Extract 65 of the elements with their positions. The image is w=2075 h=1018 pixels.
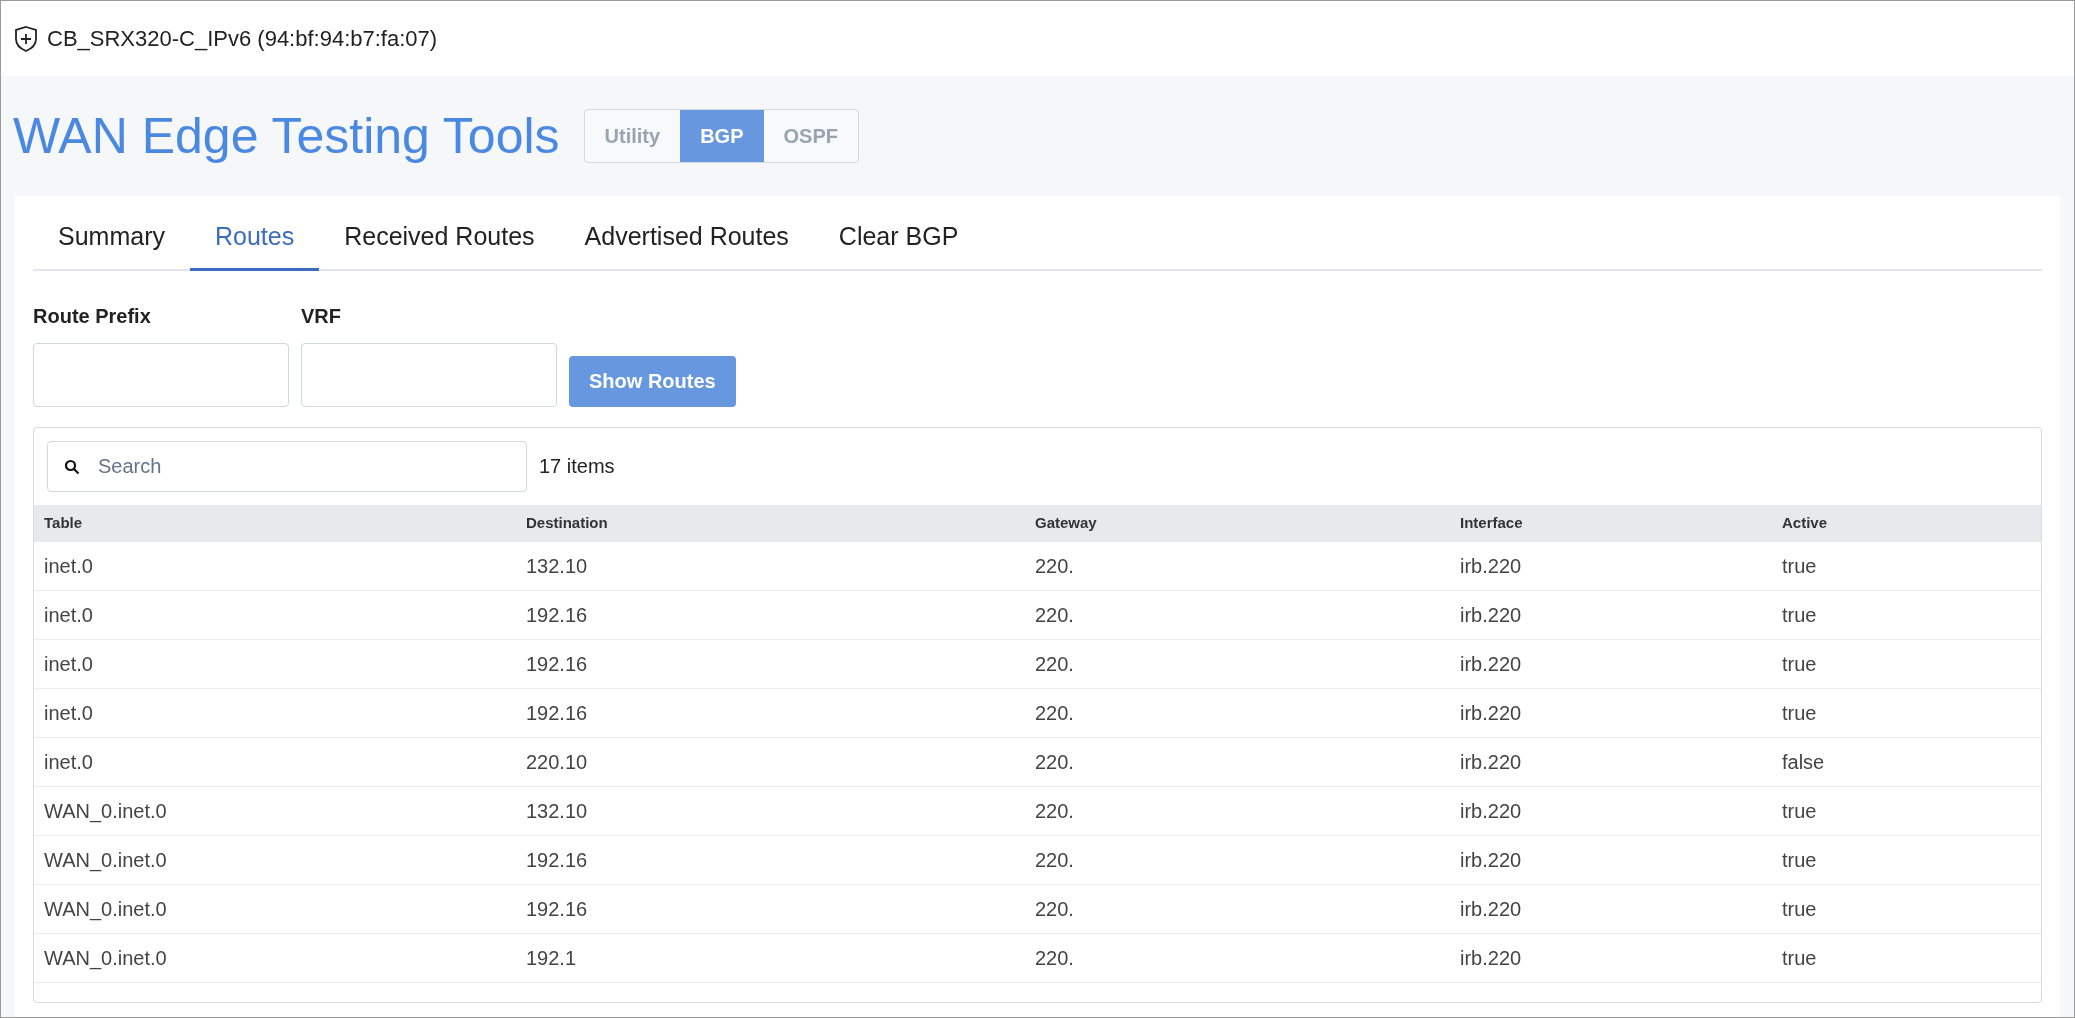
table-cell: irb.220 bbox=[1460, 946, 1522, 969]
table-cell: inet.0 bbox=[44, 750, 93, 773]
table-cell: inet.0 bbox=[44, 701, 93, 724]
table-cell: 192.16 bbox=[526, 652, 588, 675]
table-cell: 132.10 bbox=[526, 554, 588, 577]
table-cell: 192.16 bbox=[526, 897, 588, 920]
table-cell: 220. bbox=[1035, 897, 1074, 920]
table-cell: irb.220 bbox=[1460, 750, 1522, 773]
window-title: CB_SRX320-C_IPv6 (94:bf:94:b7:fa:07) bbox=[47, 25, 438, 53]
tab[interactable]: Clear BGP bbox=[813, 218, 984, 271]
tab[interactable]: Advertised Routes bbox=[559, 218, 814, 271]
table-cell: 220. bbox=[1035, 603, 1074, 626]
table-cell: 220. bbox=[1035, 554, 1074, 577]
shield-plus-icon bbox=[13, 24, 39, 53]
table-cell: inet.0 bbox=[44, 652, 93, 675]
search-icon bbox=[64, 458, 80, 475]
field-label: VRF bbox=[301, 303, 342, 329]
item-count: 17 items bbox=[539, 454, 615, 479]
table-cell: WAN_0.inet.0 bbox=[44, 897, 167, 920]
table-cell: 220. bbox=[1035, 750, 1074, 773]
field-label: Route Prefix bbox=[33, 303, 152, 329]
tab[interactable]: Received Routes bbox=[319, 218, 560, 271]
table-cell: irb.220 bbox=[1460, 848, 1522, 871]
table-cell: irb.220 bbox=[1460, 897, 1522, 920]
column-header[interactable]: Interface bbox=[1460, 514, 1523, 531]
input-field[interactable] bbox=[33, 342, 289, 407]
search-field[interactable]: Search bbox=[47, 440, 527, 492]
table-cell: true bbox=[1782, 946, 1817, 969]
column-header[interactable]: Table bbox=[44, 514, 83, 531]
input-field[interactable] bbox=[301, 342, 557, 407]
table-cell: 220. bbox=[1035, 799, 1074, 822]
table-cell: true bbox=[1782, 603, 1817, 626]
table-cell: irb.220 bbox=[1460, 603, 1522, 626]
table-cell: 132.10 bbox=[526, 799, 588, 822]
table-cell: irb.220 bbox=[1460, 701, 1522, 724]
table-cell: 220. bbox=[1035, 701, 1074, 724]
table-cell: WAN_0.inet.0 bbox=[44, 799, 167, 822]
table-cell: 192.16 bbox=[526, 848, 588, 871]
table-cell: 220. bbox=[1035, 848, 1074, 871]
table-cell: WAN_0.inet.0 bbox=[44, 946, 167, 969]
tab[interactable]: Routes bbox=[189, 218, 320, 271]
table-cell: true bbox=[1782, 652, 1817, 675]
table-cell: true bbox=[1782, 799, 1817, 822]
column-header[interactable]: Gateway bbox=[1035, 514, 1097, 531]
table-cell: 220. bbox=[1035, 946, 1074, 969]
column-header[interactable]: Active bbox=[1782, 514, 1828, 531]
table-cell: irb.220 bbox=[1460, 652, 1522, 675]
table-cell: inet.0 bbox=[44, 603, 93, 626]
table-cell: 220. bbox=[1035, 652, 1074, 675]
table-cell: false bbox=[1782, 750, 1825, 773]
column-header[interactable]: Destination bbox=[526, 514, 608, 531]
tab[interactable]: Summary bbox=[33, 218, 190, 271]
table-cell: inet.0 bbox=[44, 554, 93, 577]
table-cell: WAN_0.inet.0 bbox=[44, 848, 167, 871]
table-cell: true bbox=[1782, 848, 1817, 871]
table-cell: 192.16 bbox=[526, 603, 588, 626]
table-cell: 220.10 bbox=[526, 750, 588, 773]
table-cell: 192.1 bbox=[526, 946, 577, 969]
table-cell: irb.220 bbox=[1460, 799, 1522, 822]
table-cell: true bbox=[1782, 554, 1817, 577]
table-cell: 192.16 bbox=[526, 701, 588, 724]
table-cell: true bbox=[1782, 701, 1817, 724]
page-title: WAN Edge Testing Tools bbox=[13, 106, 560, 166]
table-cell: true bbox=[1782, 897, 1817, 920]
table-cell: irb.220 bbox=[1460, 554, 1522, 577]
